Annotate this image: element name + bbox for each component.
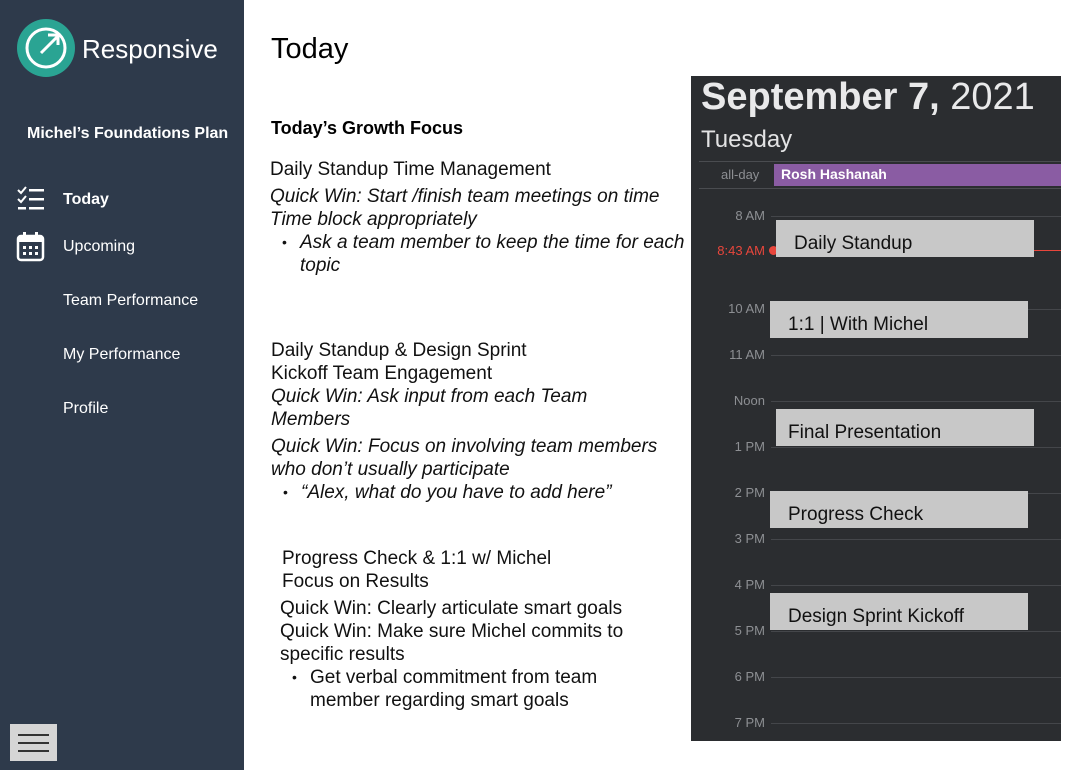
sidebar-item-label: Upcoming	[63, 238, 136, 255]
focus-block-results: Progress Check & 1:1 w/ Michel Focus on …	[280, 547, 667, 712]
sidebar-item-today[interactable]: Today	[0, 180, 244, 220]
hour-line	[771, 355, 1061, 356]
event-title: Design Sprint Kickoff	[788, 606, 965, 627]
quick-win: Quick Win: Clearly articulate smart goal…	[280, 598, 623, 619]
growth-focus-heading: Today’s Growth Focus	[271, 118, 464, 138]
hour-label: 8 AM	[735, 208, 765, 223]
sidebar: Responsive Michel’s Foundations Plan Tod…	[0, 0, 244, 770]
calendar-event[interactable]: Design Sprint Kickoff	[770, 593, 1028, 630]
calendar-day-view: September 7, 2021 Tuesday all-day Rosh H…	[691, 76, 1061, 741]
sidebar-item-label: My Performance	[63, 346, 181, 363]
bullet-item: Ask a team member to keep the time for e…	[270, 231, 685, 277]
brand-name: Responsive	[82, 34, 218, 64]
hour-line	[771, 677, 1061, 678]
hour-label: 10 AM	[728, 301, 765, 316]
hamburger-menu-button[interactable]	[10, 724, 57, 761]
focus-title: Daily Standup & Design Sprint	[271, 340, 527, 361]
hour-label: 4 PM	[734, 577, 765, 592]
quick-win: Quick Win: Make sure Michel commits to s…	[280, 621, 624, 665]
calendar-date: September 7, 2021	[701, 76, 1035, 119]
calendar-event[interactable]: Daily Standup	[776, 220, 1034, 257]
calendar-icon	[16, 231, 46, 268]
hour-line	[771, 539, 1061, 540]
hour-label: 5 PM	[734, 623, 765, 638]
calendar-event[interactable]: 1:1 | With Michel	[770, 301, 1028, 338]
sidebar-item-profile[interactable]: Profile	[0, 389, 244, 429]
calendar-event[interactable]: Progress Check	[770, 491, 1028, 528]
focus-title: Focus on Results	[282, 571, 429, 592]
logo-icon	[17, 19, 75, 77]
allday-label: all-day	[721, 167, 760, 182]
bullet-item: Get verbal commitment from team member r…	[280, 666, 667, 712]
calendar-weekday: Tuesday	[701, 126, 793, 153]
sidebar-item-my-performance[interactable]: My Performance	[0, 335, 244, 375]
hour-label: 7 PM	[734, 715, 765, 730]
hour-label: Noon	[733, 393, 765, 408]
hour-line	[771, 401, 1061, 402]
calendar-year: 2021	[950, 76, 1035, 118]
divider	[699, 188, 1061, 189]
hour-line	[771, 631, 1061, 632]
sidebar-item-label: Today	[63, 191, 109, 208]
hour-label: 11 AM	[729, 347, 765, 362]
hamburger-icon	[18, 734, 49, 736]
event-title: 1:1 | With Michel	[788, 314, 929, 335]
focus-title: Kickoff Team Engagement	[271, 363, 493, 384]
focus-block-team-engagement: Daily Standup & Design Sprint Kickoff Te…	[271, 339, 671, 504]
event-title: Daily Standup	[794, 233, 913, 254]
checklist-icon	[16, 184, 46, 219]
event-title: Final Presentation	[788, 422, 942, 443]
hour-line	[771, 585, 1061, 586]
hour-label: 6 PM	[734, 669, 765, 684]
hour-label: 1 PM	[734, 439, 765, 454]
sidebar-item-label: Profile	[63, 400, 109, 417]
sidebar-item-label: Team Performance	[63, 292, 199, 309]
calendar-month-day: September 7,	[701, 76, 940, 118]
focus-title: Progress Check & 1:1 w/ Michel	[282, 548, 552, 569]
focus-title: Daily Standup Time Management	[270, 159, 551, 180]
event-title: Progress Check	[788, 504, 924, 525]
bullet-item: “Alex, what do you have to add here”	[271, 481, 671, 504]
quick-win: Quick Win: Start /finish team meetings o…	[270, 186, 660, 207]
hour-line	[771, 723, 1061, 724]
hour-line	[771, 447, 1061, 448]
page-title: Today	[271, 33, 349, 65]
plan-name: Michel’s Foundations Plan	[27, 125, 229, 142]
focus-block-time-management: Daily Standup Time Management Quick Win:…	[270, 158, 685, 277]
sidebar-item-team-performance[interactable]: Team Performance	[0, 281, 244, 321]
sidebar-item-upcoming[interactable]: Upcoming	[0, 227, 244, 267]
current-time-label: 8:43 AM	[717, 243, 765, 258]
quick-win: Quick Win: Focus on involving team membe…	[271, 436, 658, 480]
allday-event[interactable]: Rosh Hashanah	[774, 164, 1061, 186]
hour-label: 3 PM	[734, 531, 765, 546]
divider	[699, 161, 1061, 162]
hour-label: 2 PM	[734, 485, 765, 500]
quick-win: Time block appropriately	[270, 209, 477, 230]
calendar-event[interactable]: Final Presentation	[776, 409, 1034, 446]
hour-line	[771, 216, 1061, 217]
quick-win: Quick Win: Ask input from each Team Memb…	[271, 386, 588, 430]
